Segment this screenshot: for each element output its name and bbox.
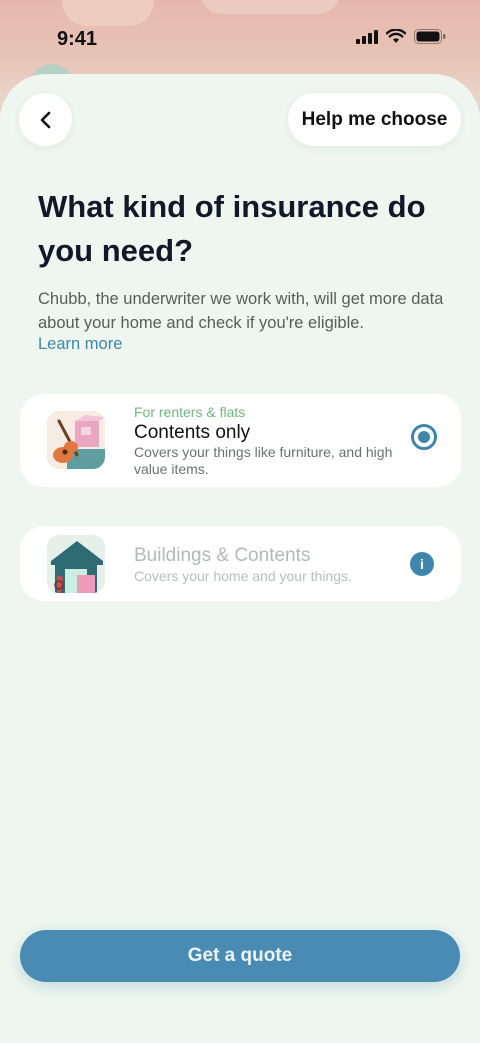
page-title: What kind of insurance do you need?	[38, 189, 426, 268]
option-contents-only[interactable]: For renters & flats Contents only Covers…	[20, 394, 461, 487]
chevron-left-icon	[40, 111, 50, 128]
wifi-icon	[386, 29, 406, 43]
info-icon[interactable]: i	[410, 552, 434, 576]
radio-selected[interactable]	[411, 424, 437, 450]
option-tag: For renters & flats	[134, 404, 246, 420]
back-button[interactable]	[19, 93, 72, 146]
learn-more-link[interactable]: Learn more	[38, 335, 122, 354]
option-title: Contents only	[134, 422, 251, 443]
contents-illustration	[47, 411, 105, 469]
page-description: Chubb, the underwriter we work with, wil…	[38, 290, 444, 332]
status-bar: 9:41	[0, 0, 480, 76]
option-subtitle: Covers your things like furniture, and h…	[134, 444, 393, 477]
get-a-quote-button[interactable]: Get a quote	[20, 930, 460, 982]
option-buildings-contents[interactable]: Buildings & Contents Covers your home an…	[20, 526, 461, 601]
battery-icon	[414, 29, 446, 44]
option-title: Buildings & Contents	[134, 545, 311, 566]
radio-dot	[418, 431, 430, 443]
status-time: 9:41	[57, 28, 98, 50]
option-subtitle: Covers your home and your things.	[134, 568, 352, 584]
house-illustration	[47, 535, 105, 593]
cellular-signal-icon	[356, 29, 378, 44]
help-me-choose-button[interactable]: Help me choose	[288, 93, 461, 146]
status-icons	[356, 29, 446, 44]
